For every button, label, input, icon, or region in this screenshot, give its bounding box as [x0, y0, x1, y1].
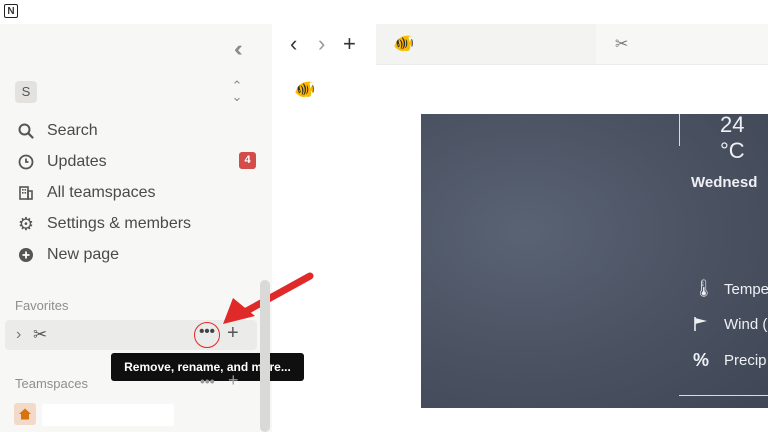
teamspaces-more-icon[interactable]: ••• [200, 373, 215, 389]
home-icon [14, 403, 36, 425]
weather-widget: 24 °C Wednesd 🌡 Tempe Wind ( % Precip [421, 112, 768, 408]
precip-row-label: Precip [724, 352, 767, 369]
sidebar-item-all-teamspaces[interactable]: All teamspaces [14, 179, 264, 207]
sidebar-item-settings[interactable]: ⚙ Settings & members [14, 210, 264, 238]
fish-icon: 🐠 [393, 34, 415, 53]
sidebar-item-label: Search [47, 122, 98, 139]
sidebar-item-new-page[interactable]: New page [14, 241, 264, 269]
teamspaces-add-icon[interactable]: + [228, 370, 239, 391]
workspace-avatar[interactable]: S [15, 81, 37, 103]
page-fish-icon[interactable]: 🐠 [294, 80, 315, 100]
new-tab-icon[interactable]: + [343, 31, 356, 57]
percent-icon: % [693, 350, 710, 370]
collapse-sidebar-icon[interactable]: ‹‹ [234, 36, 242, 62]
chevron-right-icon[interactable]: › [16, 326, 21, 344]
app-logo: N [4, 4, 18, 18]
thermometer-icon: 🌡 [693, 279, 715, 298]
workspace-switcher-icon[interactable]: ⌃ ⌄ [230, 79, 244, 103]
sidebar-scrollbar[interactable] [260, 280, 270, 432]
scissors-icon: ✂ [33, 325, 48, 344]
sidebar-item-label: Settings & members [47, 215, 192, 232]
forward-icon[interactable]: › [318, 31, 325, 57]
teamspaces-heading: Teamspaces [15, 376, 88, 391]
search-icon [14, 123, 38, 139]
day-label: Wednesd [691, 174, 758, 191]
divider [376, 64, 768, 65]
sidebar-item-search[interactable]: Search [14, 117, 264, 145]
teamspace-name-field[interactable] [42, 404, 174, 426]
scissors-tab-icon: ✂ [615, 36, 629, 53]
temperature-row-label: Tempe [724, 281, 768, 298]
favorites-heading: Favorites [15, 298, 69, 313]
sidebar-item-label: All teamspaces [47, 184, 156, 201]
updates-count-badge: 4 [239, 152, 256, 169]
wind-flag-icon [693, 316, 709, 337]
wind-row-label: Wind ( [724, 316, 768, 333]
gear-icon: ⚙ [17, 213, 35, 234]
back-icon[interactable]: ‹ [290, 31, 297, 57]
annotation-arrow-icon [223, 272, 314, 324]
sidebar-item-label: Updates [47, 153, 107, 170]
temperature-value: 24 °C [720, 112, 745, 163]
clock-icon [14, 154, 38, 170]
plus-circle-icon [14, 247, 38, 263]
sidebar-item-updates[interactable]: Updates [14, 148, 264, 176]
sidebar-item-label: New page [47, 246, 120, 263]
building-icon [14, 185, 38, 201]
